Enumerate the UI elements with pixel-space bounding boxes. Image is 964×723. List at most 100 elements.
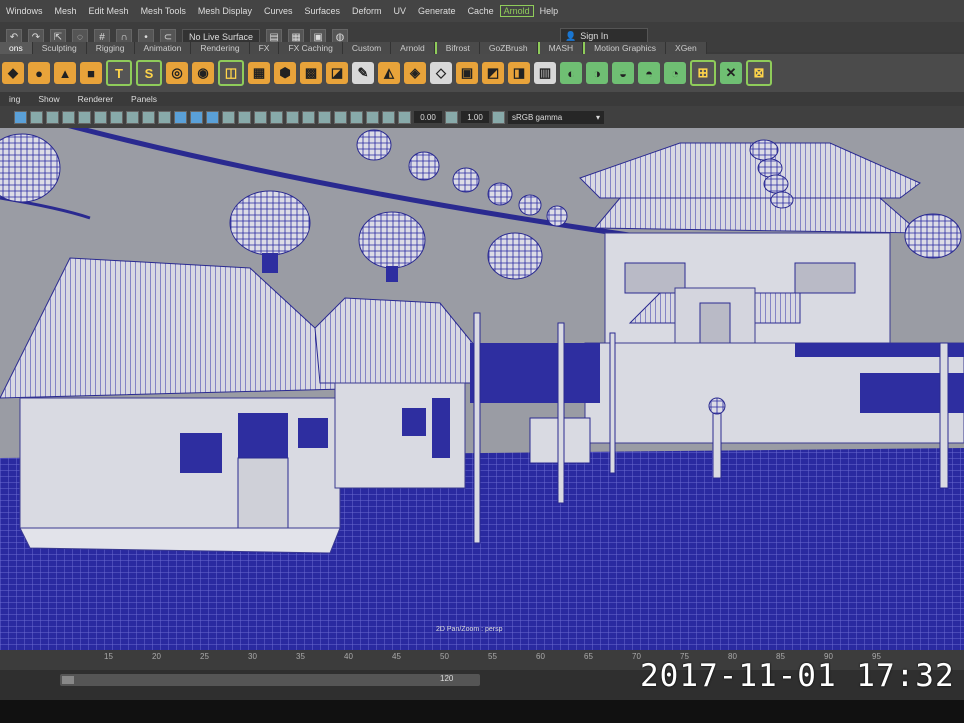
svg-tool-icon[interactable]: S xyxy=(136,60,162,86)
camera-label: 2D Pan/Zoom : persp xyxy=(436,626,503,633)
gamma-icon[interactable] xyxy=(445,110,458,124)
tab-polygons[interactable]: ons xyxy=(0,42,33,54)
planar-mapping-icon[interactable]: ◑ xyxy=(586,62,608,84)
textured-icon[interactable] xyxy=(222,110,235,124)
menu-mesh-tools[interactable]: Mesh Tools xyxy=(135,6,192,16)
monitor-bezel xyxy=(0,700,964,723)
merge-icon[interactable]: ◇ xyxy=(430,62,452,84)
menu-generate[interactable]: Generate xyxy=(412,6,462,16)
menu-arnold[interactable]: Arnold xyxy=(499,5,534,17)
smooth-icon[interactable]: ▦ xyxy=(248,62,270,84)
smooth-shade-icon[interactable] xyxy=(190,110,203,124)
select-camera-icon[interactable] xyxy=(14,110,27,124)
menu-cache[interactable]: Cache xyxy=(462,6,500,16)
poly-cone-icon[interactable]: ▲ xyxy=(54,62,76,84)
ambient-occlusion-icon[interactable] xyxy=(270,110,283,124)
tick-label: 55 xyxy=(488,652,497,661)
field-chart-icon[interactable] xyxy=(142,110,155,124)
panel-toolbar: 0.00 1.00 sRGB gamma ▾ xyxy=(0,106,964,128)
menu-surfaces[interactable]: Surfaces xyxy=(298,6,346,16)
tab-motion-graphics[interactable]: Motion Graphics xyxy=(583,42,667,54)
insert-edge-loop-icon[interactable]: ▥ xyxy=(534,62,556,84)
menu-uv[interactable]: UV xyxy=(388,6,413,16)
panel-menu-lighting[interactable]: ing xyxy=(0,94,29,104)
film-gate-icon[interactable] xyxy=(94,110,107,124)
color-space-dropdown[interactable]: sRGB gamma ▾ xyxy=(508,110,604,124)
lights-icon[interactable] xyxy=(238,110,251,124)
menu-edit-mesh[interactable]: Edit Mesh xyxy=(83,6,135,16)
wireframe-on-shaded-icon[interactable] xyxy=(206,110,219,124)
poly-cylinder-icon[interactable]: ■ xyxy=(80,62,102,84)
fill-hole-icon[interactable]: ▣ xyxy=(456,62,478,84)
tab-fx-caching[interactable]: FX Caching xyxy=(279,42,343,54)
xray-components-icon[interactable] xyxy=(382,110,395,124)
gate-mask-icon[interactable] xyxy=(126,110,139,124)
mirror-icon[interactable]: ◫ xyxy=(218,60,244,86)
cylindrical-mapping-icon[interactable]: ◒ xyxy=(612,62,634,84)
menu-curves[interactable]: Curves xyxy=(258,6,299,16)
menu-help[interactable]: Help xyxy=(534,6,565,16)
tab-rigging[interactable]: Rigging xyxy=(86,42,135,54)
grid-icon[interactable] xyxy=(78,110,91,124)
anti-aliasing-icon[interactable] xyxy=(302,110,315,124)
menu-deform[interactable]: Deform xyxy=(346,6,388,16)
tab-xgen[interactable]: XGen xyxy=(666,42,707,54)
image-plane-icon[interactable] xyxy=(62,110,75,124)
color-management-icon[interactable] xyxy=(492,110,505,124)
type-tool-icon[interactable]: T xyxy=(106,60,132,86)
uv-layout-icon[interactable]: ⊞ xyxy=(690,60,716,86)
tab-animation[interactable]: Animation xyxy=(134,42,192,54)
panel-menu-show[interactable]: Show xyxy=(29,94,68,104)
menu-mesh-display[interactable]: Mesh Display xyxy=(192,6,258,16)
depth-of-field-icon[interactable] xyxy=(318,110,331,124)
bookmark-icon[interactable] xyxy=(46,110,59,124)
triangulate-icon[interactable]: ◩ xyxy=(482,62,504,84)
poly-sphere-icon[interactable]: ● xyxy=(28,62,50,84)
append-icon[interactable]: ◈ xyxy=(404,62,426,84)
safe-action-icon[interactable] xyxy=(158,110,171,124)
spherical-mapping-icon[interactable]: ◓ xyxy=(638,62,660,84)
exposure-icon[interactable] xyxy=(398,110,411,124)
xray-joints-icon[interactable] xyxy=(366,110,379,124)
automatic-mapping-icon[interactable]: ◔ xyxy=(664,62,686,84)
tab-bifrost[interactable]: Bifrost xyxy=(434,42,480,54)
tick-label: 20 xyxy=(152,652,161,661)
range-bar[interactable] xyxy=(60,674,480,686)
multi-cut-icon[interactable]: ✎ xyxy=(352,62,374,84)
range-handle[interactable] xyxy=(62,676,74,684)
poly-cube-icon[interactable]: ◆ xyxy=(2,62,24,84)
tab-gozbrush[interactable]: GoZBrush xyxy=(479,42,538,54)
shadows-icon[interactable] xyxy=(254,110,267,124)
xray-icon[interactable] xyxy=(350,110,363,124)
menu-mesh[interactable]: Mesh xyxy=(49,6,83,16)
tick-label: 45 xyxy=(392,652,401,661)
tab-rendering[interactable]: Rendering xyxy=(191,42,250,54)
menu-windows[interactable]: Windows xyxy=(0,6,49,16)
unfold-icon[interactable]: ✕ xyxy=(720,62,742,84)
main-menu-bar: Windows Mesh Edit Mesh Mesh Tools Mesh D… xyxy=(0,0,964,22)
viewport-persp[interactable]: 2D Pan/Zoom : persp xyxy=(0,128,964,650)
panel-menu-panels[interactable]: Panels xyxy=(122,94,166,104)
target-weld-icon[interactable]: ◭ xyxy=(378,62,400,84)
isolate-select-icon[interactable] xyxy=(334,110,347,124)
exposure-field[interactable]: 0.00 xyxy=(414,111,442,123)
quadrangulate-icon[interactable]: ◨ xyxy=(508,62,530,84)
motion-blur-icon[interactable] xyxy=(286,110,299,124)
tab-custom[interactable]: Custom xyxy=(342,42,392,54)
resolution-gate-icon[interactable] xyxy=(110,110,123,124)
tab-arnold[interactable]: Arnold xyxy=(391,42,435,54)
tab-mash[interactable]: MASH xyxy=(537,42,584,54)
separate-icon[interactable]: ◉ xyxy=(192,62,214,84)
uv-editor-icon[interactable]: ◐ xyxy=(560,62,582,84)
bevel-icon[interactable]: ◪ xyxy=(326,62,348,84)
tab-fx[interactable]: FX xyxy=(249,42,280,54)
wireframe-icon[interactable] xyxy=(174,110,187,124)
bridge-icon[interactable]: ▩ xyxy=(300,62,322,84)
gamma-field[interactable]: 1.00 xyxy=(461,111,489,123)
extrude-icon[interactable]: ⬢ xyxy=(274,62,296,84)
uv-cut-icon[interactable]: ⊠ xyxy=(746,60,772,86)
tab-sculpting[interactable]: Sculpting xyxy=(32,42,87,54)
panel-menu-renderer[interactable]: Renderer xyxy=(69,94,122,104)
combine-icon[interactable]: ◎ xyxy=(166,62,188,84)
camera-attributes-icon[interactable] xyxy=(30,110,43,124)
